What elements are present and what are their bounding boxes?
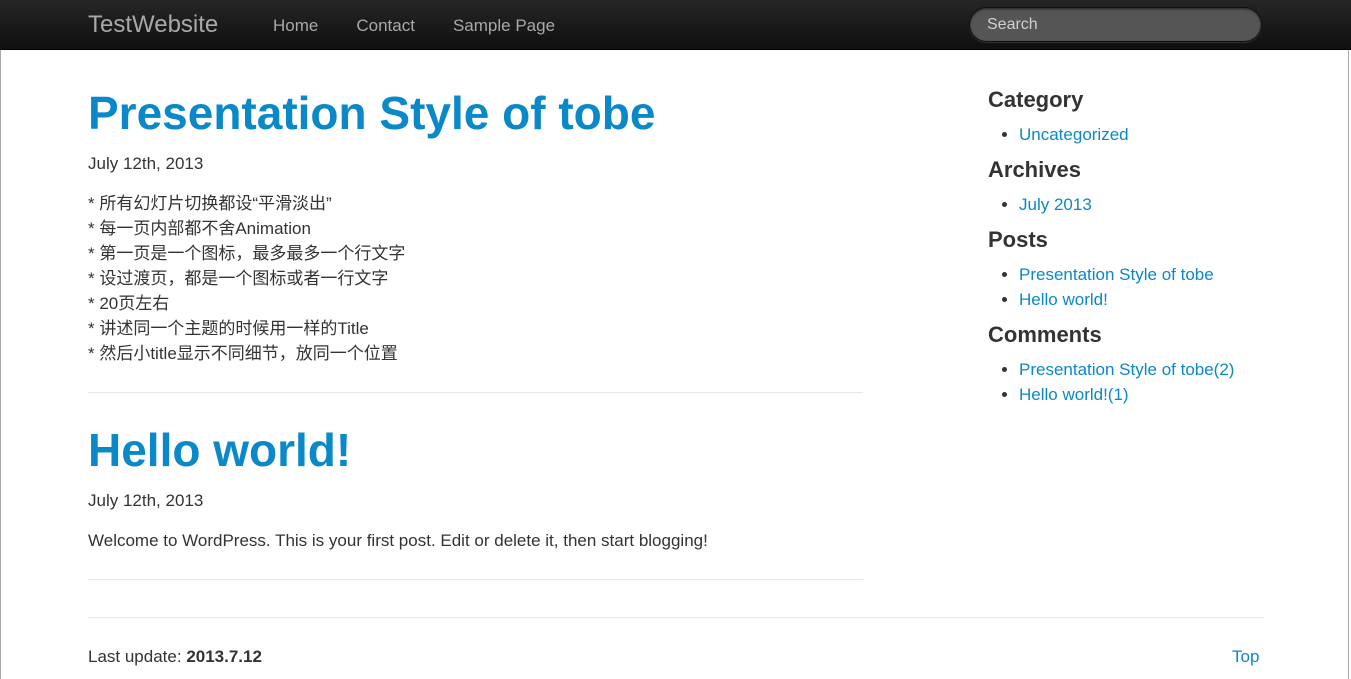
sidebar-heading-archives: Archives — [988, 157, 1081, 182]
post-date: July 12th, 2013 — [88, 491, 204, 510]
post-list: Presentation Style of tobe July 12th, 20… — [88, 80, 863, 580]
list-item: July 2013 — [1019, 192, 1288, 217]
nav-link-home[interactable]: Home — [254, 16, 337, 36]
footer-last-update: Last update: 2013.7.12 — [88, 647, 262, 667]
post-body-line: * 第一页是一个图标，最多最多一个行文字 — [88, 244, 406, 263]
recent-post-link[interactable]: Presentation Style of tobe — [1019, 265, 1214, 284]
main-nav: Home Contact Sample Page — [254, 16, 574, 36]
site-brand-link[interactable]: TestWebsite — [88, 11, 218, 39]
last-update-value: 2013.7.12 — [186, 647, 262, 666]
list-item: Hello world!(1) — [1019, 382, 1288, 407]
post-item: Presentation Style of tobe July 12th, 20… — [88, 80, 863, 393]
sidebar-heading-comments: Comments — [988, 322, 1102, 347]
archive-link[interactable]: July 2013 — [1019, 195, 1092, 214]
post-item: Hello world! July 12th, 2013 Welcome to … — [88, 393, 863, 580]
post-body-line: * 设过渡页，都是一个图标或者一行文字 — [88, 269, 389, 288]
archives-list: July 2013 — [988, 192, 1288, 217]
back-to-top-link[interactable]: Top — [1232, 647, 1259, 667]
top-navbar: TestWebsite Home Contact Sample Page — [0, 0, 1351, 50]
post-body-line: Welcome to WordPress. This is your first… — [88, 531, 708, 550]
category-list: Uncategorized — [988, 122, 1288, 147]
sidebar-heading-posts: Posts — [988, 227, 1048, 252]
footer-divider — [88, 617, 1264, 618]
post-body: Welcome to WordPress. This is your first… — [88, 528, 863, 553]
list-item: Presentation Style of tobe — [1019, 262, 1288, 287]
post-body-line: * 然后小title显示不同细节，放同一个位置 — [88, 344, 398, 363]
last-update-label: Last update: — [88, 647, 182, 666]
post-title-link[interactable]: Presentation Style of tobe — [88, 80, 863, 146]
post-body: * 所有幻灯片切换都设“平滑淡出” * 每一页内部都不舍Animation * … — [88, 191, 863, 366]
sidebar-heading-category: Category — [988, 87, 1084, 112]
list-item: Presentation Style of tobe(2) — [1019, 357, 1288, 382]
post-body-line: * 20页左右 — [88, 294, 170, 313]
post-date: July 12th, 2013 — [88, 154, 204, 173]
comment-post-link[interactable]: Presentation Style of tobe(2) — [1019, 360, 1234, 379]
post-body-line: * 每一页内部都不舍Animation — [88, 219, 311, 238]
post-body-line: * 讲述同一个主题的时候用一样的Title — [88, 319, 369, 338]
comment-post-link[interactable]: Hello world!(1) — [1019, 385, 1129, 404]
list-item: Uncategorized — [1019, 122, 1288, 147]
recent-post-link[interactable]: Hello world! — [1019, 290, 1108, 309]
nav-link-sample-page[interactable]: Sample Page — [434, 16, 574, 36]
post-title-link[interactable]: Hello world! — [88, 417, 863, 483]
sidebar: Category Uncategorized Archives July 201… — [988, 86, 1288, 416]
comments-list: Presentation Style of tobe(2) Hello worl… — [988, 357, 1288, 407]
post-body-line: * 所有幻灯片切换都设“平滑淡出” — [88, 194, 332, 213]
category-link[interactable]: Uncategorized — [1019, 125, 1129, 144]
recent-posts-list: Presentation Style of tobe Hello world! — [988, 262, 1288, 312]
list-item: Hello world! — [1019, 287, 1288, 312]
search-input[interactable] — [969, 7, 1262, 42]
nav-link-contact[interactable]: Contact — [337, 16, 434, 36]
